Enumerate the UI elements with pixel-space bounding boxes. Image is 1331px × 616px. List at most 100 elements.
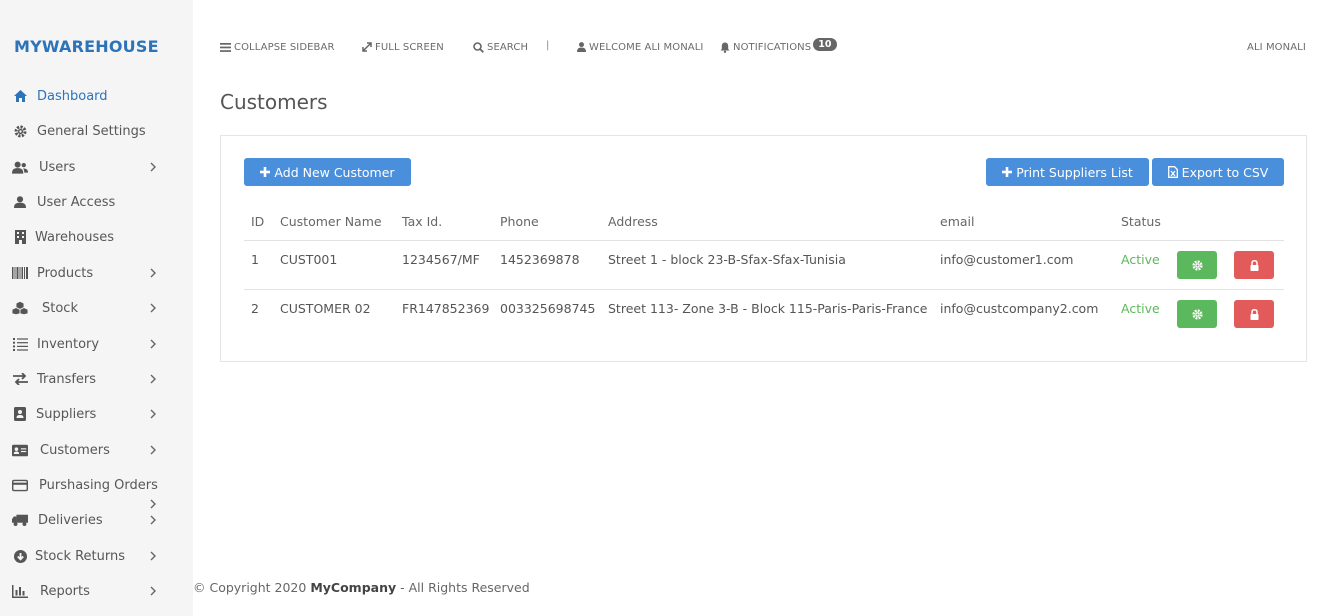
sidebar-item-users[interactable]: Users bbox=[0, 153, 193, 181]
search-label: SEARCH bbox=[487, 41, 529, 53]
lock-customer-button[interactable] bbox=[1234, 251, 1274, 279]
building-icon bbox=[12, 229, 28, 245]
status-badge: Active bbox=[1121, 252, 1160, 267]
user-name-label: ALI MONALI bbox=[1247, 41, 1306, 53]
sidebar-item-suppliers[interactable]: Suppliers bbox=[0, 400, 193, 428]
cell-tax-id: 1234567/MF bbox=[402, 252, 480, 267]
lock-customer-button[interactable] bbox=[1234, 300, 1274, 328]
column-header-email[interactable]: email bbox=[940, 214, 974, 229]
sidebar: MYWAREHOUSE Dashboard General Settings U… bbox=[0, 0, 193, 616]
bars-icon bbox=[220, 42, 231, 52]
cell-phone: 1452369878 bbox=[500, 252, 580, 267]
table-row-divider bbox=[244, 289, 1284, 290]
sidebar-item-dashboard[interactable]: Dashboard bbox=[0, 82, 193, 110]
column-header-address[interactable]: Address bbox=[608, 214, 658, 229]
sidebar-item-label: Products bbox=[37, 265, 94, 281]
sidebar-item-label: General Settings bbox=[37, 123, 146, 139]
cell-id: 1 bbox=[251, 252, 259, 267]
sidebar-item-label: Stock Returns bbox=[35, 548, 126, 564]
welcome-user[interactable]: WELCOME ALI MONALI bbox=[577, 38, 703, 56]
rights-text: - All Rights Reserved bbox=[400, 580, 530, 595]
sidebar-item-inventory[interactable]: Inventory bbox=[0, 330, 193, 358]
sidebar-item-label: Reports bbox=[40, 583, 90, 599]
topbar-separator: | bbox=[546, 40, 550, 51]
cell-customer-name: CUSTOMER 02 bbox=[280, 301, 371, 316]
truck-icon bbox=[12, 512, 28, 528]
column-header-customer-name[interactable]: Customer Name bbox=[280, 214, 382, 229]
arrow-circle-down-icon bbox=[12, 548, 28, 564]
sidebar-item-label: Dashboard bbox=[37, 88, 108, 104]
lock-icon bbox=[1250, 259, 1258, 271]
barcode-icon bbox=[12, 265, 28, 281]
sidebar-item-deliveries[interactable]: Deliveries bbox=[0, 506, 193, 534]
copyright-text: © Copyright 2020 bbox=[193, 580, 307, 595]
footer: © Copyright 2020 MyCompany - All Rights … bbox=[193, 580, 530, 595]
address-book-icon bbox=[12, 406, 28, 422]
sidebar-item-user-access[interactable]: User Access bbox=[0, 188, 193, 216]
edit-customer-button[interactable] bbox=[1177, 251, 1217, 279]
sidebar-item-purshasing-orders[interactable]: Purshasing Orders bbox=[0, 471, 193, 499]
sidebar-item-customers[interactable]: Customers bbox=[0, 436, 193, 464]
plus-icon bbox=[260, 167, 271, 177]
notifications-label: NOTIFICATIONS bbox=[733, 41, 812, 53]
file-excel-icon bbox=[1167, 166, 1178, 178]
chevron-right-icon bbox=[148, 443, 158, 457]
cell-id: 2 bbox=[251, 301, 259, 316]
cubes-icon bbox=[12, 300, 28, 316]
sidebar-item-label: Deliveries bbox=[38, 512, 103, 528]
cell-phone: 003325698745 bbox=[500, 301, 596, 316]
chevron-right-icon bbox=[148, 301, 158, 315]
print-suppliers-list-button[interactable]: Print Suppliers List bbox=[986, 158, 1149, 186]
search-button[interactable]: SEARCH bbox=[473, 38, 528, 56]
sidebar-item-stock[interactable]: Stock bbox=[0, 294, 193, 322]
welcome-label: WELCOME ALI MONALI bbox=[589, 41, 704, 53]
chevron-right-icon bbox=[148, 372, 158, 386]
chevron-right-icon bbox=[148, 549, 158, 563]
sidebar-item-label: Users bbox=[39, 159, 76, 175]
cell-tax-id: FR147852369 bbox=[402, 301, 490, 316]
sidebar-item-label: Warehouses bbox=[35, 229, 115, 245]
collapse-sidebar-button[interactable]: COLLAPSE SIDEBAR bbox=[220, 38, 335, 56]
export-to-csv-button[interactable]: Export to CSV bbox=[1152, 158, 1284, 186]
gear-icon bbox=[12, 123, 28, 139]
column-header-id[interactable]: ID bbox=[251, 214, 264, 229]
exchange-icon bbox=[12, 371, 28, 387]
sidebar-item-reports[interactable]: Reports bbox=[0, 577, 193, 605]
column-header-tax-id[interactable]: Tax Id. bbox=[402, 214, 442, 229]
sidebar-item-label: Inventory bbox=[37, 336, 100, 352]
credit-card-icon bbox=[12, 477, 28, 493]
chevron-right-icon bbox=[148, 160, 158, 174]
bell-icon bbox=[720, 42, 730, 53]
print-suppliers-list-label: Print Suppliers List bbox=[1016, 164, 1133, 180]
add-new-customer-label: Add New Customer bbox=[274, 164, 395, 180]
full-screen-label: FULL SCREEN bbox=[375, 41, 444, 53]
users-icon bbox=[12, 159, 28, 175]
sidebar-item-products[interactable]: Products bbox=[0, 259, 193, 287]
column-header-status[interactable]: Status bbox=[1121, 214, 1161, 229]
sidebar-item-label: Transfers bbox=[37, 371, 97, 387]
sidebar-item-label: Customers bbox=[40, 442, 110, 458]
user-icon bbox=[577, 42, 586, 52]
sidebar-item-stock-returns[interactable]: Stock Returns bbox=[0, 542, 193, 570]
sidebar-item-transfers[interactable]: Transfers bbox=[0, 365, 193, 393]
cell-address: Street 113- Zone 3-B - Block 115-Paris-P… bbox=[608, 301, 928, 316]
user-menu[interactable]: ALI MONALI bbox=[1247, 38, 1306, 56]
sidebar-item-label: Purshasing Orders bbox=[39, 477, 158, 493]
column-header-phone[interactable]: Phone bbox=[500, 214, 539, 229]
notifications-count-badge: 10 bbox=[813, 37, 837, 51]
gear-icon bbox=[1191, 308, 1203, 320]
cell-address: Street 1 - block 23-B-Sfax-Sfax-Tunisia bbox=[608, 252, 846, 267]
home-icon bbox=[12, 88, 28, 104]
list-icon bbox=[12, 336, 28, 352]
user-icon bbox=[12, 194, 28, 210]
notifications-button[interactable]: NOTIFICATIONS 10 bbox=[720, 37, 837, 56]
add-new-customer-button[interactable]: Add New Customer bbox=[244, 158, 411, 186]
brand-logo[interactable]: MYWAREHOUSE bbox=[14, 37, 159, 56]
edit-customer-button[interactable] bbox=[1177, 300, 1217, 328]
sidebar-item-warehouses[interactable]: Warehouses bbox=[0, 223, 193, 251]
full-screen-button[interactable]: FULL SCREEN bbox=[362, 38, 444, 56]
page-title: Customers bbox=[220, 90, 328, 114]
table-header-divider bbox=[244, 240, 1284, 241]
sidebar-item-general-settings[interactable]: General Settings bbox=[0, 117, 193, 145]
chevron-right-icon bbox=[148, 266, 158, 280]
